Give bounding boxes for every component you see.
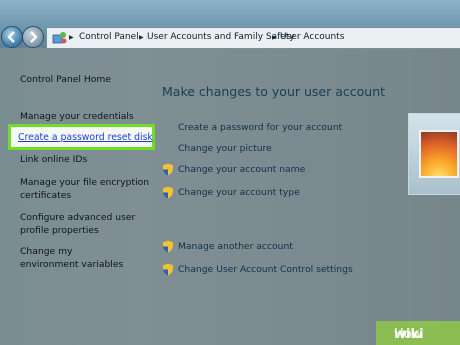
sidebar-item-manage-credentials[interactable]: Manage your credentials [20, 110, 134, 123]
uac-shield-icon [162, 186, 174, 199]
breadcrumb-user-accounts[interactable]: User Accounts [280, 32, 344, 42]
sidebar-item-advanced-user-profile[interactable]: Configure advanced user profile properti… [20, 211, 160, 237]
wikihow-watermark: wiki How [376, 321, 460, 345]
watermark-thin: How [394, 327, 423, 342]
sidebar-control-panel-home[interactable]: Control Panel Home [20, 73, 111, 86]
user-avatar [419, 130, 459, 178]
sidebar-item-create-password-reset-disk[interactable]: Create a password reset disk [8, 124, 155, 150]
create-password-link[interactable]: Create a password for your account [178, 122, 342, 133]
change-account-type-link[interactable]: Change your account type [178, 187, 300, 198]
control-panel-icon [52, 32, 67, 44]
page-title: Make changes to your user account [162, 84, 386, 99]
address-bar[interactable]: ▶ Control Panel ▶ User Accounts and Fami… [46, 27, 460, 49]
chevron-right-icon: ▶ [139, 34, 144, 41]
chevron-right-icon: ▶ [272, 34, 277, 41]
uac-shield-icon [162, 263, 174, 276]
back-arrow-icon [7, 31, 15, 43]
change-account-name-link[interactable]: Change your account name [178, 164, 305, 175]
change-uac-settings-link[interactable]: Change User Account Control settings [178, 264, 353, 275]
uac-shield-icon [162, 240, 174, 253]
forward-button[interactable] [22, 26, 44, 48]
sidebar-item-file-encryption-certificates[interactable]: Manage your file encryption certificates [20, 176, 150, 202]
breadcrumb-control-panel[interactable]: Control Panel [79, 32, 139, 42]
change-picture-link[interactable]: Change your picture [178, 143, 272, 154]
user-account-picture-frame [408, 113, 460, 195]
forward-arrow-icon [30, 31, 38, 43]
sidebar-item-link-online-ids[interactable]: Link online IDs [20, 153, 87, 166]
sidebar-item-environment-variables[interactable]: Change my environment variables [20, 245, 130, 271]
sidebar-item-label: Create a password reset disk [18, 132, 153, 143]
chevron-right-icon: ▶ [69, 34, 74, 41]
back-button[interactable] [1, 26, 23, 48]
navigation-bar: ▶ Control Panel ▶ User Accounts and Fami… [0, 0, 460, 49]
uac-shield-icon [162, 163, 174, 176]
manage-another-account-link[interactable]: Manage another account [178, 241, 293, 252]
content-area: Control Panel Home Manage your credentia… [0, 49, 460, 345]
